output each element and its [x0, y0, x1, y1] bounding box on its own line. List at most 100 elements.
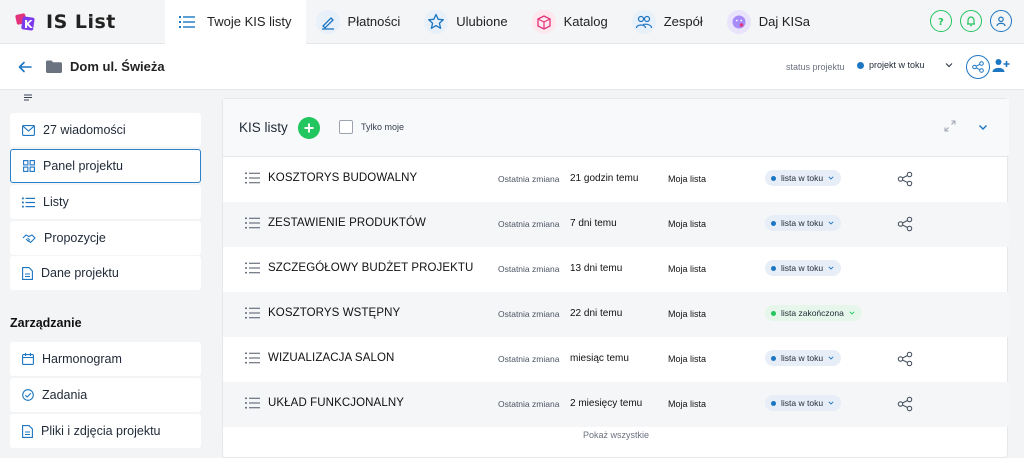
table-row[interactable]: KOSZTORYS BUDOWALNY Ostatnia zmiana 21 g…: [223, 157, 1009, 202]
sidebar-item-label: Harmonogram: [42, 352, 122, 366]
status-badge[interactable]: lista w toku: [765, 215, 842, 231]
list-name[interactable]: UKŁAD FUNKCJONALNY: [268, 397, 404, 409]
status-badge[interactable]: lista w toku: [765, 350, 842, 366]
list-icon: [245, 262, 260, 274]
collapse-button[interactable]: [973, 117, 993, 137]
status-text: lista w toku: [781, 398, 824, 408]
file-icon: [22, 424, 33, 438]
show-all-link[interactable]: Pokaż wszystkie: [223, 430, 1009, 440]
owner-label: Moja lista: [668, 219, 707, 229]
nav-platnosci[interactable]: Płatności: [306, 0, 415, 44]
project-bar: Dom ul. Świeża status projektu projekt w…: [0, 44, 1024, 90]
share-icon[interactable]: [897, 216, 913, 232]
last-change-label: Ostatnia zmiana: [498, 309, 560, 319]
chevron-down-icon[interactable]: [945, 62, 953, 68]
nav-daj-kisa[interactable]: Daj KISa: [717, 0, 824, 44]
top-actions: ?: [930, 10, 1012, 32]
status-dot: [771, 310, 776, 316]
nav-label: Ulubione: [456, 14, 508, 29]
status-badge[interactable]: lista w toku: [765, 260, 842, 276]
share-icon[interactable]: [897, 171, 913, 187]
share-icon[interactable]: [897, 396, 913, 412]
table-row[interactable]: ZESTAWIENIE PRODUKTÓW Ostatnia zmiana 7 …: [223, 202, 1009, 247]
main-nav: Twoje KIS listy Płatności Ulubione Katal…: [165, 0, 824, 44]
share-project-button[interactable]: [966, 55, 990, 79]
status-value: projekt w toku: [869, 60, 925, 70]
sidebar-item-messages[interactable]: 27 wiadomości: [10, 113, 201, 147]
expand-icon[interactable]: [943, 119, 957, 133]
bell-icon: [965, 15, 977, 27]
nav-twoje-kis-listy[interactable]: Twoje KIS listy: [165, 0, 306, 44]
table-row[interactable]: SZCZEGÓŁOWY BUDŻET PROJEKTU Ostatnia zmi…: [223, 247, 1009, 292]
only-mine-toggle[interactable]: Tylko moje: [339, 120, 404, 134]
app-logo[interactable]: K IS List: [0, 10, 165, 34]
only-mine-checkbox[interactable]: [339, 120, 353, 134]
list-name[interactable]: KOSZTORYS WSTĘPNY: [268, 307, 400, 319]
sidebar-item-schedule[interactable]: Harmonogram: [10, 342, 201, 376]
last-change-label: Ostatnia zmiana: [498, 174, 560, 184]
list-name[interactable]: KOSZTORYS BUDOWALNY: [268, 172, 417, 184]
list-icon: [245, 397, 260, 409]
check-circle-icon: [22, 389, 34, 401]
owner-label: Moja lista: [668, 264, 707, 274]
chevron-down-icon: [828, 401, 834, 405]
share-icon: [972, 61, 984, 73]
table-row[interactable]: UKŁAD FUNKCJONALNY Ostatnia zmiana 2 mie…: [223, 382, 1009, 427]
team-icon: [631, 9, 656, 34]
profile-button[interactable]: [990, 10, 1012, 32]
share-icon[interactable]: [897, 351, 913, 367]
user-icon: [995, 15, 1007, 27]
table-row[interactable]: KOSZTORYS WSTĘPNY Ostatnia zmiana 22 dni…: [223, 292, 1009, 337]
document-icon: [22, 266, 33, 280]
help-button[interactable]: ?: [930, 10, 952, 32]
sidebar-item-panel[interactable]: Panel projektu: [10, 149, 201, 183]
nav-katalog[interactable]: Katalog: [522, 0, 622, 44]
sidebar-item-project-data[interactable]: Dane projektu: [10, 256, 201, 290]
last-change-value: 22 dni temu: [570, 308, 623, 319]
handshake-icon: [22, 233, 36, 244]
project-name: Dom ul. Świeża: [70, 59, 165, 74]
sidebar-item-lists[interactable]: Listy: [10, 185, 201, 219]
table-row[interactable]: WIZUALIZACJA SALON Ostatnia zmiana miesi…: [223, 337, 1009, 382]
status-badge[interactable]: lista w toku: [765, 395, 842, 411]
panel-title: KIS listy: [239, 120, 288, 135]
status-dot: [771, 355, 776, 361]
status-text: lista w toku: [781, 218, 824, 228]
project-status-select[interactable]: projekt w toku: [857, 60, 925, 70]
logo-text: IS List: [46, 10, 116, 33]
status-dot: [771, 175, 776, 181]
status-badge[interactable]: lista zakończona: [765, 305, 862, 321]
last-change-value: 7 dni temu: [570, 218, 617, 229]
menu-icon[interactable]: [24, 94, 32, 101]
section-title: Zarządzanie: [10, 316, 82, 330]
add-list-button[interactable]: [298, 117, 320, 139]
list-name[interactable]: WIZUALIZACJA SALON: [268, 352, 394, 364]
last-change-label: Ostatnia zmiana: [498, 399, 560, 409]
list-name[interactable]: ZESTAWIENIE PRODUKTÓW: [268, 217, 426, 229]
list-icon: [245, 217, 260, 229]
status-text: lista zakończona: [781, 308, 844, 318]
list-icon: [22, 197, 35, 208]
status-dot: [857, 61, 864, 69]
list-name[interactable]: SZCZEGÓŁOWY BUDŻET PROJEKTU: [268, 262, 473, 274]
only-mine-label: Tylko moje: [361, 122, 405, 132]
status-badge[interactable]: lista w toku: [765, 170, 842, 186]
sidebar-item-label: Propozycje: [44, 231, 106, 245]
sidebar-item-tasks[interactable]: Zadania: [10, 378, 201, 412]
sidebar-item-files[interactable]: Pliki i zdjęcia projektu: [10, 414, 201, 448]
status-dot: [771, 220, 776, 226]
sidebar-item-proposals[interactable]: Propozycje: [10, 221, 201, 255]
sidebar-item-label: Dane projektu: [41, 266, 119, 280]
add-user-icon[interactable]: [992, 57, 1010, 73]
status-dot: [771, 265, 776, 271]
nav-zespol[interactable]: Zespół: [622, 0, 717, 44]
panel-header: KIS listy Tylko moje: [223, 99, 1009, 157]
notifications-button[interactable]: [960, 10, 982, 32]
grid-icon: [23, 160, 35, 172]
last-change-label: Ostatnia zmiana: [498, 264, 560, 274]
nav-ulubione[interactable]: Ulubione: [414, 0, 521, 44]
nav-label: Zespół: [663, 14, 703, 29]
last-change-value: 2 miesięcy temu: [570, 398, 643, 409]
back-button[interactable]: [14, 56, 36, 78]
arrow-left-icon: [18, 61, 32, 73]
